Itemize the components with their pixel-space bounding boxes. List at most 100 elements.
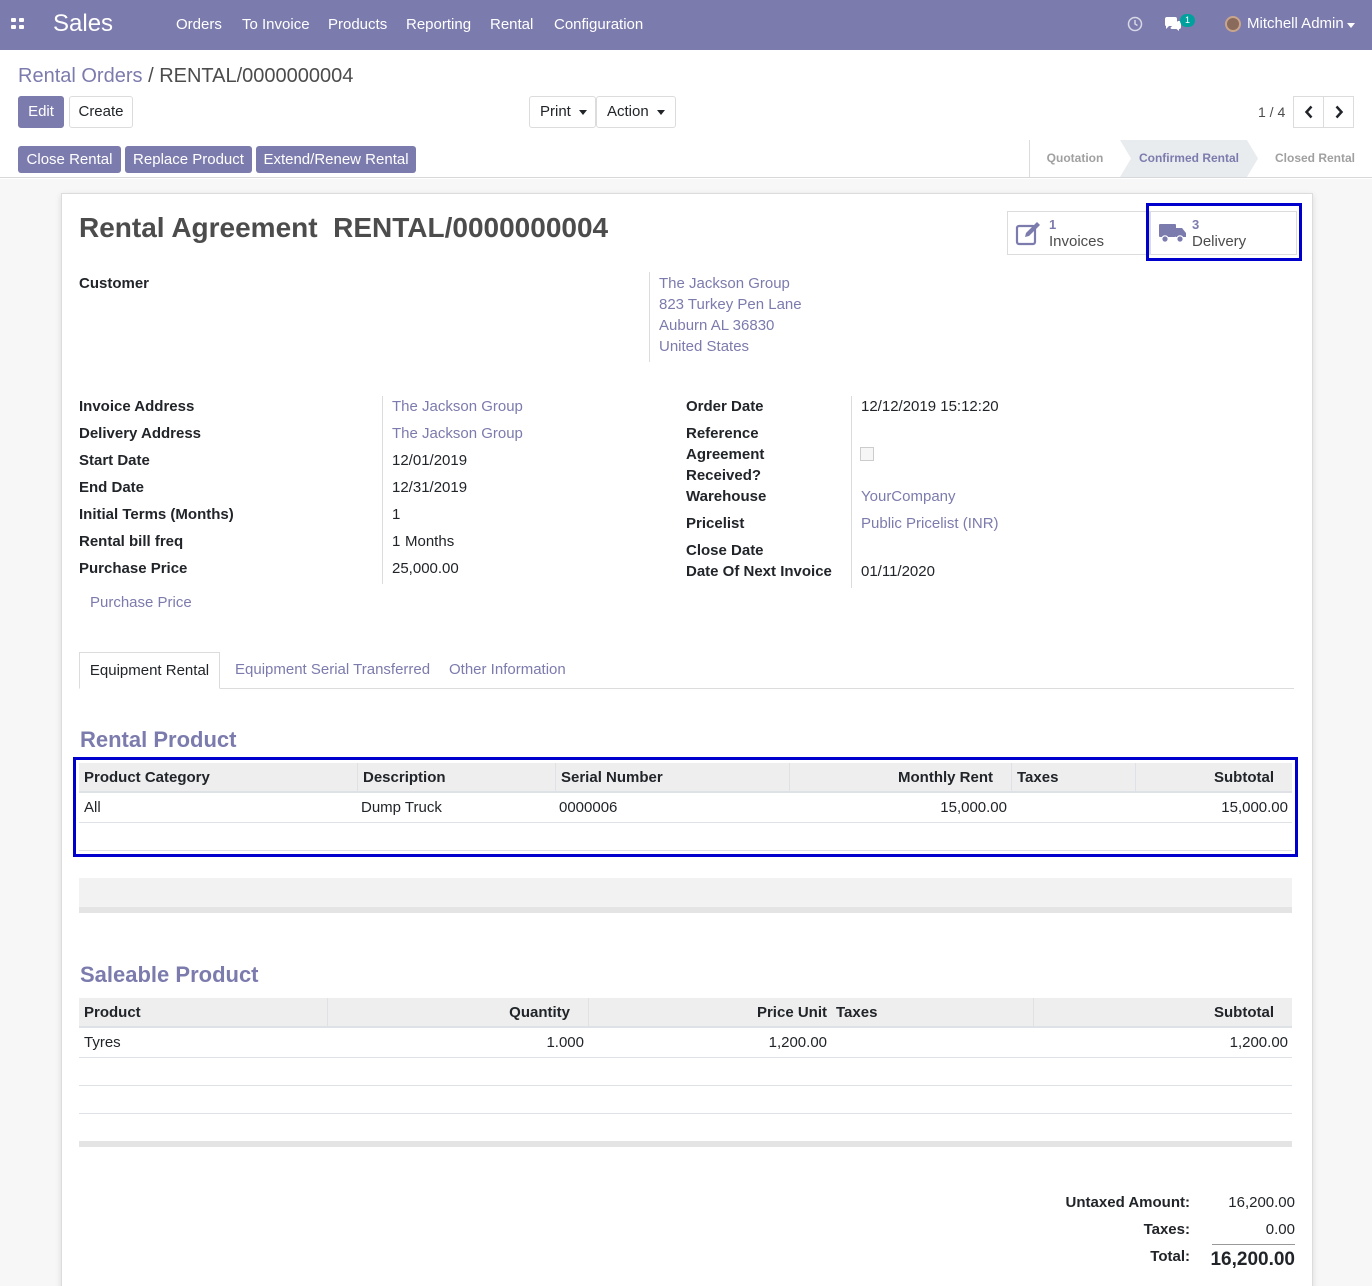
initial-terms-value: 1 — [392, 506, 401, 523]
col-taxes[interactable]: Taxes — [831, 998, 1033, 1028]
action-dropdown[interactable]: Action — [596, 96, 676, 128]
print-dropdown[interactable]: Print — [529, 96, 596, 128]
order-date-value: 12/12/2019 15:12:20 — [861, 398, 999, 415]
replace-product-button[interactable]: Replace Product — [125, 146, 252, 173]
agreement-received-label-line1: Agreement — [686, 446, 765, 463]
col-subtotal[interactable]: Subtotal — [1033, 998, 1292, 1028]
start-date-label: Start Date — [79, 452, 150, 469]
warehouse-label: Warehouse — [686, 488, 767, 505]
left-fields-divider — [382, 396, 383, 584]
menu-configuration[interactable]: Configuration — [554, 16, 643, 33]
print-label: Print — [540, 103, 571, 120]
end-date-value: 12/31/2019 — [392, 479, 468, 496]
order-date-label: Order Date — [686, 398, 764, 415]
breadcrumb-current: RENTAL/0000000004 — [159, 65, 354, 87]
row-divider — [79, 1085, 1292, 1086]
bill-freq-value: 1 — [392, 533, 401, 550]
cell-product: Tyres — [84, 1034, 121, 1051]
agreement-received-checkbox[interactable] — [860, 447, 874, 461]
row-divider — [79, 1113, 1292, 1114]
customer-city[interactable]: Auburn AL 36830 — [659, 317, 774, 334]
next-invoice-label: Date Of Next Invoice — [686, 563, 832, 580]
status-closed-rental[interactable]: Closed Rental — [1258, 140, 1372, 177]
bill-freq-label: Rental bill freq — [79, 533, 184, 550]
form-sheet — [61, 193, 1313, 1286]
col-price-unit[interactable]: Price Unit — [588, 998, 831, 1028]
col-quantity[interactable]: Quantity — [327, 998, 588, 1028]
rental-product-title: Rental Product — [80, 727, 237, 752]
customer-name[interactable]: The Jackson Group — [659, 275, 790, 292]
total-divider — [1212, 1244, 1295, 1245]
saleable-product-title: Saleable Product — [80, 962, 259, 987]
status-confirmed-rental[interactable]: Confirmed Rental — [1120, 140, 1258, 177]
untaxed-amount-label: Untaxed Amount: — [1065, 1194, 1190, 1211]
caret-down-icon — [578, 109, 587, 115]
col-product[interactable]: Product — [79, 998, 327, 1028]
pricelist-value[interactable]: Public Pricelist (INR) — [861, 515, 999, 532]
taxes-label: Taxes: — [1143, 1221, 1190, 1238]
pricelist-label: Pricelist — [686, 515, 745, 532]
create-button[interactable]: Create — [69, 96, 133, 128]
tab-equipment-serial-transferred[interactable]: Equipment Serial Transferred — [235, 652, 430, 689]
purchase-price-label: Purchase Price — [79, 560, 188, 577]
menu-to-invoice[interactable]: To Invoice — [242, 16, 310, 33]
menu-rental[interactable]: Rental — [490, 16, 533, 33]
user-name[interactable]: Mitchell Admin — [1247, 15, 1344, 32]
cell-price-unit: 1,200.00 — [768, 1034, 827, 1051]
avatar[interactable] — [1225, 16, 1241, 32]
purchase-price-link[interactable]: Purchase Price — [90, 594, 192, 611]
customer-street[interactable]: 823 Turkey Pen Lane — [659, 296, 802, 313]
customer-divider — [649, 272, 650, 362]
delivery-address-value[interactable]: The Jackson Group — [392, 425, 523, 442]
status-quotation[interactable]: Quotation — [1030, 140, 1120, 177]
menu-orders[interactable]: Orders — [176, 16, 222, 33]
customer-label: Customer — [79, 275, 150, 292]
top-navbar: Sales Orders To Invoice Products Reporti… — [0, 0, 1372, 50]
reference-label: Reference — [686, 425, 759, 442]
next-invoice-value: 01/11/2020 — [861, 563, 935, 580]
table-footer-border — [79, 907, 1292, 913]
app-name[interactable]: Sales — [53, 10, 113, 38]
untaxed-amount-value: 16,200.00 — [1228, 1194, 1295, 1211]
total-label: Total: — [1150, 1248, 1190, 1265]
tab-equipment-rental[interactable]: Equipment Rental — [79, 652, 220, 689]
menu-reporting[interactable]: Reporting — [406, 16, 471, 33]
pager-value[interactable]: 1 / 4 — [1258, 104, 1285, 120]
breadcrumb-parent[interactable]: Rental Orders — [18, 65, 143, 87]
pager-previous[interactable] — [1293, 96, 1324, 128]
chevron-right-icon — [1335, 105, 1343, 119]
title-prefix: Rental Agreement — [79, 212, 318, 243]
rental-product-highlight-box — [73, 757, 1298, 857]
title-name: RENTAL/0000000004 — [333, 212, 609, 243]
table-footer — [79, 878, 1292, 907]
close-date-label: Close Date — [686, 542, 764, 559]
row-divider — [79, 1057, 1292, 1058]
delivery-address-label: Delivery Address — [79, 425, 202, 442]
invoice-address-value[interactable]: The Jackson Group — [392, 398, 523, 415]
invoice-address-label: Invoice Address — [79, 398, 195, 415]
apps-icon[interactable] — [11, 18, 25, 30]
warehouse-value[interactable]: YourCompany — [861, 488, 956, 505]
invoices-smart-button[interactable]: 1 Invoices — [1007, 211, 1150, 255]
edit-button[interactable]: Edit — [18, 96, 64, 128]
initial-terms-label: Initial Terms (Months) — [79, 506, 234, 523]
breadcrumb-separator: / — [148, 65, 154, 87]
start-date-value: 12/01/2019 — [392, 452, 468, 469]
tab-other-information[interactable]: Other Information — [449, 652, 566, 689]
caret-down-icon — [656, 109, 665, 115]
agreement-received-label-line2: Received? — [686, 467, 762, 484]
customer-country[interactable]: United States — [659, 338, 749, 355]
breadcrumb: Rental Orders / RENTAL/0000000004 — [18, 65, 353, 88]
close-rental-button[interactable]: Close Rental — [18, 146, 121, 173]
total-value: 16,200.00 — [1210, 1249, 1295, 1270]
cell-subtotal: 1,200.00 — [1229, 1034, 1288, 1051]
caret-down-icon[interactable] — [1347, 23, 1355, 28]
menu-products[interactable]: Products — [328, 16, 387, 33]
extend-renew-rental-button[interactable]: Extend/Renew Rental — [256, 146, 416, 173]
messages-badge: 1 — [1180, 14, 1195, 27]
pager-next[interactable] — [1323, 96, 1354, 128]
form-title: Rental Agreement RENTAL/0000000004 — [79, 212, 608, 244]
purchase-price-value: 25,000.00 — [392, 560, 459, 577]
clock-icon[interactable] — [1127, 16, 1143, 32]
delivery-highlight-box — [1146, 203, 1302, 261]
